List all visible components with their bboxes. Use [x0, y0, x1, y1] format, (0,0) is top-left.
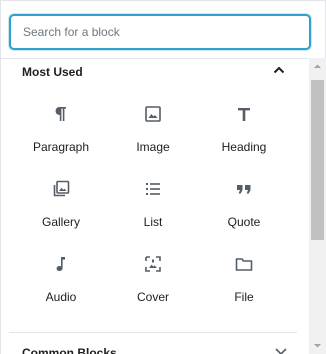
audio-icon — [51, 254, 71, 274]
block-label: Cover — [136, 290, 169, 304]
search-wrapper — [9, 14, 311, 50]
divider — [9, 332, 297, 333]
block-item-image[interactable]: Image — [108, 100, 198, 166]
list-icon — [143, 179, 163, 199]
block-label: Heading — [221, 140, 267, 154]
search-input[interactable] — [9, 14, 311, 50]
block-label: Paragraph — [32, 140, 90, 154]
block-item-audio[interactable]: Audio — [16, 250, 106, 316]
top-border — [0, 0, 326, 1]
block-item-heading[interactable]: Heading — [199, 100, 289, 166]
quote-icon — [234, 179, 254, 199]
block-label: File — [234, 290, 254, 304]
block-label: Gallery — [41, 215, 80, 229]
section-title-common-blocks[interactable]: Common Blocks — [22, 346, 117, 354]
file-icon — [234, 254, 254, 274]
block-item-cover[interactable]: Cover — [108, 250, 198, 316]
block-item-quote[interactable]: Quote — [199, 175, 289, 241]
scroll-up-arrow-icon[interactable] — [309, 58, 326, 75]
block-label: Audio — [45, 290, 77, 304]
section-title: Most Used — [22, 65, 83, 79]
divider — [0, 58, 308, 59]
cover-icon — [143, 254, 163, 274]
block-item-list[interactable]: List — [108, 175, 198, 241]
block-label: List — [143, 215, 163, 229]
block-item-gallery[interactable]: Gallery — [16, 175, 106, 241]
block-item-file[interactable]: File — [199, 250, 289, 316]
scrollbar-thumb[interactable] — [311, 80, 324, 240]
chevron-up-icon[interactable] — [270, 61, 288, 79]
scroll-down-arrow-icon[interactable] — [309, 337, 326, 354]
block-item-paragraph[interactable]: Paragraph — [16, 100, 106, 166]
block-label: Quote — [227, 215, 261, 229]
block-label: Image — [136, 140, 170, 154]
image-icon — [143, 104, 163, 124]
scrollbar[interactable] — [309, 58, 326, 354]
gallery-icon — [51, 179, 71, 199]
heading-icon — [234, 104, 254, 124]
chevron-down-icon[interactable] — [274, 344, 288, 354]
paragraph-icon — [51, 104, 71, 124]
section-header-most-used[interactable]: Most Used — [0, 60, 308, 84]
